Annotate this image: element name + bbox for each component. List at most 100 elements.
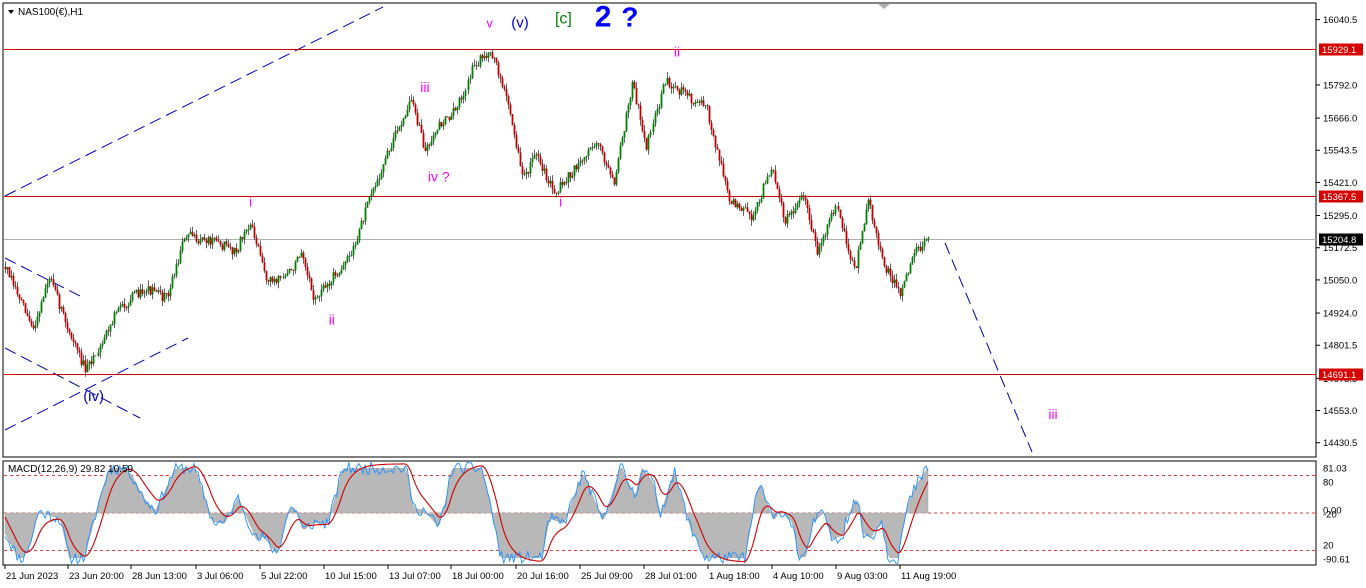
candle-body	[621, 137, 624, 146]
candle-body	[271, 277, 274, 282]
candle-body	[111, 324, 114, 325]
candle-body	[66, 322, 69, 330]
candle-body	[179, 250, 182, 264]
wave-label-8[interactable]: ii	[329, 312, 335, 328]
candle-body	[845, 231, 848, 244]
candle-body	[768, 175, 771, 177]
candle-body	[402, 118, 405, 125]
candle-body	[714, 135, 717, 148]
candle-body	[597, 143, 600, 145]
wave-label-11[interactable]: (iv)	[83, 388, 104, 405]
candle-body	[539, 156, 542, 164]
candle-body	[853, 260, 856, 267]
candle-body	[796, 203, 799, 209]
candle-body	[247, 229, 250, 231]
candle-body	[495, 58, 498, 63]
candle-body	[479, 55, 482, 66]
candle-body	[101, 343, 104, 347]
candle-body	[444, 116, 447, 125]
macd-tick-label-1: 80	[1323, 478, 1334, 489]
candle-body	[579, 160, 582, 164]
candle-body	[76, 343, 79, 351]
candle-body	[706, 105, 709, 107]
candle-body	[26, 313, 29, 316]
candle-body	[165, 293, 168, 294]
wave-label-9[interactable]: i	[559, 193, 562, 209]
wave-label-4[interactable]: ?	[621, 1, 638, 32]
wave-label-3[interactable]: 2	[595, 0, 612, 33]
wave-label-10[interactable]: ii	[674, 44, 680, 60]
candle-body	[314, 298, 317, 300]
candle-body	[352, 245, 355, 256]
candle-body	[658, 107, 661, 109]
wave-label-0[interactable]: v	[486, 16, 493, 31]
candle-body	[473, 65, 476, 66]
candle-body	[386, 150, 389, 159]
wave-label-1[interactable]: (v)	[511, 15, 529, 32]
candle-body	[895, 279, 898, 287]
candle-body	[460, 97, 463, 100]
candle-body	[133, 291, 136, 293]
candle-body	[442, 124, 445, 127]
candle-body	[58, 294, 61, 309]
candle-body	[97, 352, 100, 357]
candle-body	[191, 231, 194, 236]
candle-body	[338, 273, 341, 276]
candle-body	[611, 174, 614, 178]
candle-body	[6, 267, 9, 270]
candle-body	[635, 87, 638, 105]
candle-body	[438, 121, 441, 130]
price-tick-label-9: 14801.5	[1323, 341, 1357, 352]
candle-body	[46, 283, 49, 289]
candle-body	[907, 273, 910, 275]
price-tag-text-3: 15204.8	[1322, 235, 1356, 246]
candle-body	[609, 167, 612, 175]
candle-body	[915, 247, 918, 253]
candle-body	[450, 115, 453, 120]
candle-body	[732, 199, 735, 204]
time-tick-label-14: 11 Aug 19:00	[901, 571, 956, 582]
candle-body	[195, 234, 198, 242]
candle-body	[14, 285, 17, 287]
candle-body	[855, 266, 858, 268]
candle-body	[233, 248, 236, 255]
candle-body	[86, 364, 89, 373]
candle-body	[605, 162, 608, 166]
candle-body	[410, 100, 413, 102]
candle-body	[513, 125, 516, 135]
price-chart[interactable]: NAS100(€),H1 v (v) [c] 2 ?iiiiv ?iiiiii(iv)i…	[0, 0, 1366, 588]
wave-label-7[interactable]: i	[249, 193, 252, 209]
candle-body	[631, 81, 634, 99]
wave-label-6[interactable]: iv ?	[428, 168, 450, 184]
wave-label-5[interactable]: iii	[420, 79, 429, 95]
candle-body	[396, 130, 399, 132]
candle-body	[873, 220, 876, 227]
candle-body	[406, 109, 409, 117]
candle-body	[169, 287, 172, 297]
candle-body	[171, 276, 174, 288]
price-tick-label-1: 15792.0	[1323, 80, 1357, 91]
time-tick-label-7: 18 Jul 00:00	[452, 571, 504, 582]
candle-body	[567, 172, 570, 183]
candle-body	[422, 132, 425, 148]
candle-body	[60, 307, 63, 309]
time-tick-label-2: 28 Jun 13:00	[132, 571, 187, 582]
candle-body	[704, 105, 707, 107]
candle-body	[826, 224, 829, 235]
candle-body	[515, 134, 518, 148]
candle-body	[649, 131, 652, 136]
candle-body	[750, 213, 753, 221]
candle-body	[469, 78, 472, 80]
candle-body	[625, 112, 628, 131]
wave-label-12[interactable]: iii	[1048, 406, 1057, 422]
wave-label-2[interactable]: [c]	[555, 11, 572, 28]
candle-body	[231, 247, 234, 255]
macd-tick-label-0: 81.03	[1323, 464, 1347, 475]
candle-body	[696, 101, 699, 103]
candle-body	[615, 171, 618, 185]
candle-body	[595, 143, 598, 147]
candle-body	[599, 144, 602, 147]
candle-body	[181, 241, 184, 251]
candle-body	[754, 210, 757, 216]
candle-body	[217, 240, 220, 242]
